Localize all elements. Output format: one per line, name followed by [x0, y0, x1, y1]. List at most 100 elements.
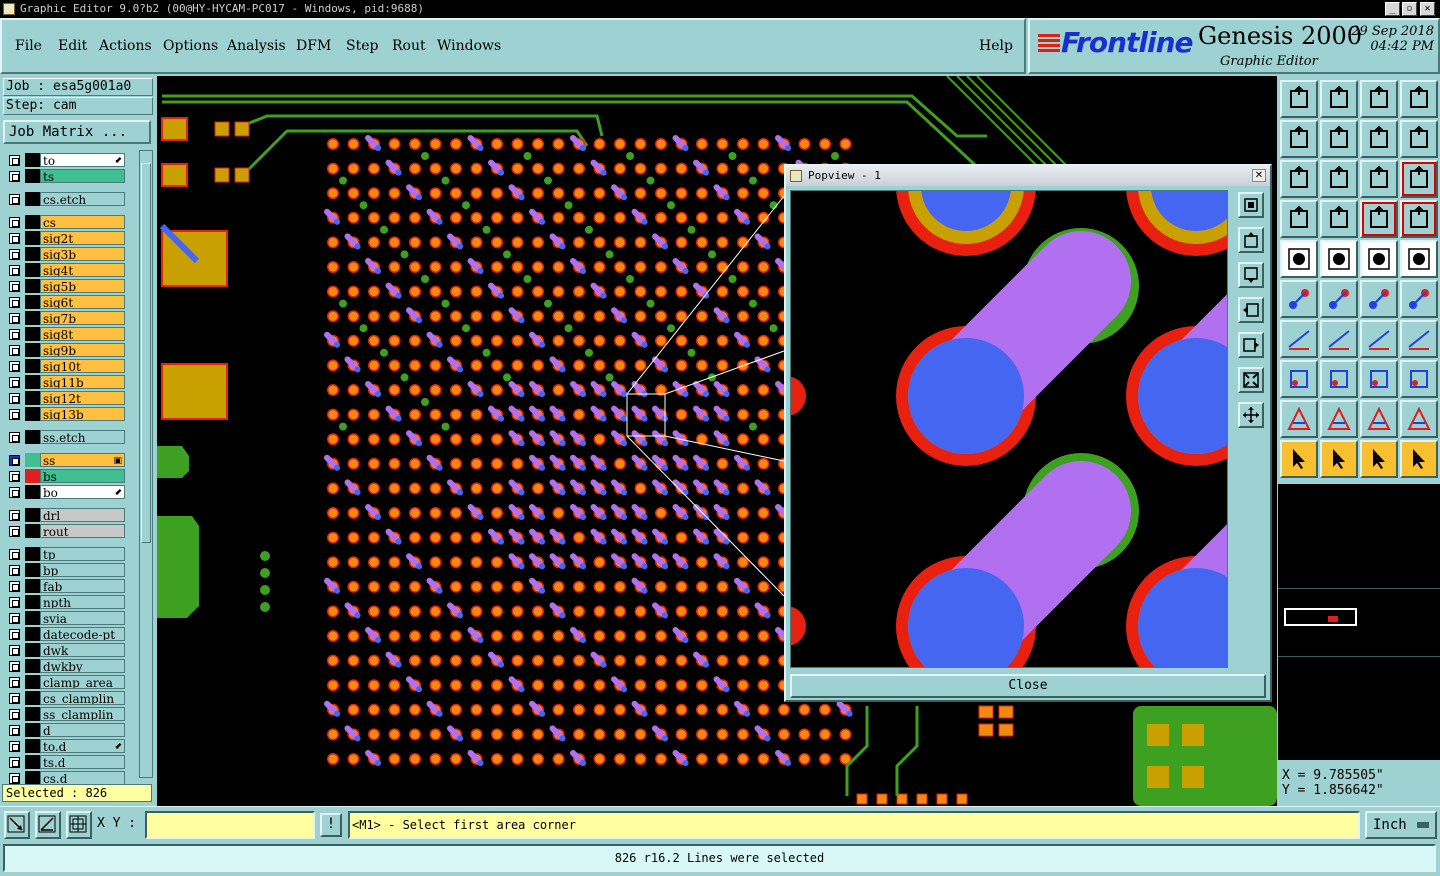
- layer-checkbox[interactable]: [9, 249, 20, 260]
- layers-compare-icon[interactable]: [1400, 200, 1438, 238]
- measure-icon[interactable]: [35, 811, 61, 839]
- fit-screen-icon[interactable]: [1280, 160, 1318, 198]
- layer-color-swatch[interactable]: [25, 169, 40, 183]
- layer-color-swatch[interactable]: [25, 375, 40, 389]
- layer-checkbox[interactable]: [9, 526, 20, 537]
- layer-color-swatch[interactable]: [25, 524, 40, 538]
- layer-name[interactable]: tp: [40, 547, 125, 561]
- select-region-icon[interactable]: [1320, 240, 1358, 278]
- layer-color-swatch[interactable]: [25, 579, 40, 593]
- layer-name[interactable]: cs.etch: [40, 192, 125, 206]
- layer-name[interactable]: fab: [40, 579, 125, 593]
- connect-icon[interactable]: [1280, 280, 1318, 318]
- layer-color-swatch[interactable]: [25, 627, 40, 641]
- probe-icon[interactable]: [1320, 200, 1358, 238]
- layer-color-swatch[interactable]: [25, 595, 40, 609]
- layer-row-cs-clamplin[interactable]: cs_clamplin: [5, 691, 127, 705]
- popview-pan-up-icon[interactable]: [1238, 227, 1264, 253]
- layer-name[interactable]: bs: [40, 469, 125, 483]
- layer-scrollbar[interactable]: [139, 150, 153, 778]
- layer-checkbox[interactable]: [9, 709, 20, 720]
- layer-checkbox[interactable]: [9, 773, 20, 784]
- layer-row-sig12t[interactable]: sig12t: [5, 391, 127, 405]
- layer-color-swatch[interactable]: [25, 391, 40, 405]
- cross-icon[interactable]: [1320, 280, 1358, 318]
- layer-row-to-d[interactable]: to.d ⬋: [5, 739, 127, 753]
- layer-row-ss-etch[interactable]: ss.etch: [5, 430, 127, 444]
- menu-edit[interactable]: Edit: [58, 38, 87, 54]
- layer-row-svia[interactable]: svia: [5, 611, 127, 625]
- center-icon[interactable]: [1320, 160, 1358, 198]
- layer-row-clamp-area[interactable]: clamp_area: [5, 675, 127, 689]
- menu-step[interactable]: Step: [346, 38, 378, 54]
- layer-row-sig7b[interactable]: sig7b: [5, 311, 127, 325]
- layer-color-swatch[interactable]: [25, 485, 40, 499]
- overview-map[interactable]: [1278, 484, 1440, 760]
- popview-zoom-in-icon[interactable]: [1238, 192, 1264, 218]
- layer-color-swatch[interactable]: [25, 771, 40, 785]
- zoom-s-icon[interactable]: [1400, 120, 1438, 158]
- layer-color-swatch[interactable]: [25, 295, 40, 309]
- triangle-icon[interactable]: [1280, 400, 1318, 438]
- layer-checkbox[interactable]: [9, 455, 20, 466]
- layer-color-swatch[interactable]: [25, 279, 40, 293]
- move-node-icon[interactable]: [1280, 360, 1318, 398]
- menu-dfm[interactable]: DFM: [296, 38, 331, 54]
- layer-row-sig11b[interactable]: sig11b: [5, 375, 127, 389]
- ruler-icon[interactable]: [1360, 240, 1398, 278]
- layer-checkbox[interactable]: [9, 471, 20, 482]
- layer-row-sig8t[interactable]: sig8t: [5, 327, 127, 341]
- layer-color-swatch[interactable]: [25, 691, 40, 705]
- layer-name[interactable]: drl: [40, 508, 125, 522]
- exclamation-icon[interactable]: !: [320, 813, 342, 837]
- layer-color-swatch[interactable]: [25, 192, 40, 206]
- layer-color-swatch[interactable]: [25, 327, 40, 341]
- layer-checkbox[interactable]: [9, 510, 20, 521]
- job-matrix-button[interactable]: Job Matrix ...: [3, 120, 151, 144]
- layer-row-d[interactable]: d: [5, 723, 127, 737]
- triangle-c-icon[interactable]: [1400, 400, 1438, 438]
- layer-checkbox[interactable]: [9, 329, 20, 340]
- layer-color-swatch[interactable]: [25, 231, 40, 245]
- layer-name[interactable]: ts: [40, 169, 125, 183]
- menu-options[interactable]: Options: [163, 38, 218, 54]
- layer-row-tp[interactable]: tp: [5, 547, 127, 561]
- layer-checkbox[interactable]: [9, 487, 20, 498]
- measure-box-icon[interactable]: [1360, 360, 1398, 398]
- layer-name[interactable]: sig2t: [40, 231, 125, 245]
- layer-name[interactable]: ss.etch: [40, 430, 125, 444]
- layer-name[interactable]: rout: [40, 524, 125, 538]
- layer-name[interactable]: sig3b: [40, 247, 125, 261]
- layer-name[interactable]: sig10t: [40, 359, 125, 373]
- shapes-icon[interactable]: [1400, 360, 1438, 398]
- layer-color-swatch[interactable]: [25, 469, 40, 483]
- layer-color-swatch[interactable]: [25, 343, 40, 357]
- layer-color-swatch[interactable]: [25, 311, 40, 325]
- layer-row-sig9b[interactable]: sig9b: [5, 343, 127, 357]
- layer-name[interactable]: ss_clamplin: [40, 707, 125, 721]
- layer-row-to[interactable]: to ⬋: [5, 153, 127, 167]
- layer-name[interactable]: to.d ⬋: [40, 739, 125, 753]
- layer-name[interactable]: dwk: [40, 643, 125, 657]
- snap-icon[interactable]: [4, 811, 30, 839]
- layer-row-cs-d[interactable]: cs.d: [5, 771, 127, 785]
- layer-name[interactable]: d: [40, 723, 125, 737]
- layer-row-rout[interactable]: rout: [5, 524, 127, 538]
- layer-color-swatch[interactable]: [25, 263, 40, 277]
- pointer-icon[interactable]: [1280, 440, 1318, 478]
- slash-icon[interactable]: [1320, 320, 1358, 358]
- scale-1-2-icon[interactable]: [1360, 160, 1398, 198]
- select-feature-icon[interactable]: [1280, 240, 1318, 278]
- layer-name[interactable]: npth: [40, 595, 125, 609]
- layer-checkbox[interactable]: [9, 194, 20, 205]
- line-edit-icon[interactable]: [1400, 280, 1438, 318]
- layer-row-sig4t[interactable]: sig4t: [5, 263, 127, 277]
- popview-pan-right-icon[interactable]: [1238, 332, 1264, 358]
- layer-checkbox[interactable]: [9, 233, 20, 244]
- layer-checkbox[interactable]: [9, 393, 20, 404]
- popview-pan-left-icon[interactable]: [1238, 297, 1264, 323]
- route-icon[interactable]: [1400, 440, 1438, 478]
- menu-actions[interactable]: Actions: [99, 38, 152, 54]
- layer-name[interactable]: datecode-pt: [40, 627, 125, 641]
- layer-checkbox[interactable]: [9, 565, 20, 576]
